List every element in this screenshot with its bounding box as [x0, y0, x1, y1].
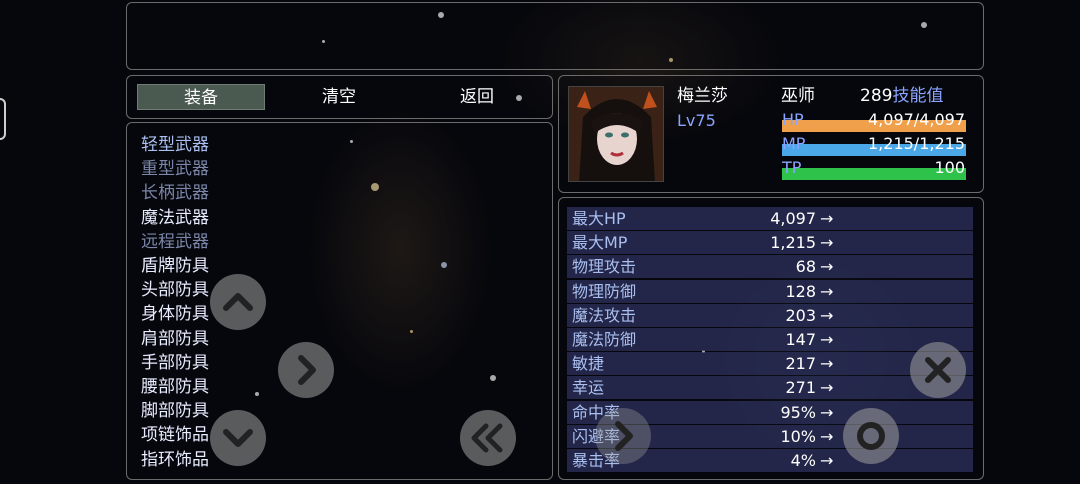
parameter-name: 魔法防御: [572, 330, 637, 349]
parameter-name: 物理防御: [572, 281, 637, 301]
parameter-value: 4,097: [770, 209, 816, 228]
mp-label: MP: [782, 134, 806, 153]
double-left-icon: [471, 423, 503, 453]
parameter-value: 147: [785, 330, 816, 349]
parameter-value: 217: [785, 354, 816, 374]
level-value: 75: [695, 111, 716, 130]
down-button[interactable]: [210, 410, 266, 466]
equip-command[interactable]: 装备: [137, 84, 265, 110]
category-item[interactable]: 肩部防具: [141, 327, 209, 351]
parameter-value: 271: [785, 378, 816, 398]
parameter-name: 最大MP: [572, 233, 628, 253]
change-arrow: →: [820, 378, 834, 398]
parameter-value: 1,215: [770, 233, 816, 253]
category-item[interactable]: 手部防具: [141, 351, 209, 375]
category-item[interactable]: 头部防具: [141, 278, 209, 302]
right-icon: [615, 421, 633, 451]
hp-value: 4,097/4,097: [868, 110, 965, 129]
character-class: 巫师: [781, 86, 815, 106]
parameter-value: 68: [795, 257, 816, 277]
confirm-button[interactable]: [843, 408, 899, 464]
level-prefix: Lv: [677, 111, 696, 130]
character-name: 梅兰莎: [677, 86, 728, 106]
help-window: [126, 2, 984, 70]
change-arrow: →: [820, 426, 834, 446]
cancel-button[interactable]: [910, 342, 966, 398]
change-arrow: →: [820, 354, 834, 374]
up-icon: [223, 293, 253, 311]
change-arrow: →: [820, 330, 834, 349]
category-item[interactable]: 项链饰品: [141, 423, 209, 447]
category-item[interactable]: 脚部防具: [141, 399, 209, 423]
category-item[interactable]: 远程武器: [141, 230, 209, 254]
level-display: Lv75: [677, 111, 716, 131]
page-back-button[interactable]: [460, 410, 516, 466]
category-item[interactable]: 魔法武器: [141, 206, 209, 230]
page-forward-button[interactable]: [595, 408, 651, 464]
category-item[interactable]: 长柄武器: [141, 181, 209, 205]
parameter-value: 4%: [790, 451, 816, 470]
category-item[interactable]: 身体防具: [141, 302, 209, 326]
up-button[interactable]: [210, 274, 266, 330]
change-arrow: →: [820, 451, 834, 470]
skill-points-value: 289: [860, 86, 893, 106]
side-handle[interactable]: [0, 98, 6, 140]
hp-label: HP: [782, 110, 804, 129]
change-arrow: →: [820, 233, 834, 253]
parameter-value: 203: [785, 305, 816, 325]
category-item[interactable]: 重型武器: [141, 157, 209, 181]
clear-command[interactable]: 清空: [275, 84, 403, 110]
character-portrait: [568, 86, 664, 182]
change-arrow: →: [820, 209, 834, 228]
down-icon: [223, 429, 253, 447]
parameter-value: 10%: [780, 426, 816, 446]
parameter-name: 幸运: [572, 378, 605, 398]
tp-value: 100: [934, 158, 965, 177]
parameter-name: 物理攻击: [572, 257, 637, 277]
close-icon: [925, 357, 951, 383]
mp-value: 1,215/1,215: [868, 134, 965, 153]
change-arrow: →: [820, 402, 834, 422]
right-button[interactable]: [278, 342, 334, 398]
change-arrow: →: [820, 281, 834, 301]
back-command[interactable]: 返回: [413, 84, 541, 110]
parameter-value: 95%: [780, 402, 816, 422]
category-item[interactable]: 腰部防具: [141, 375, 209, 399]
category-item[interactable]: 轻型武器: [141, 133, 209, 157]
skill-points-label: 技能值: [892, 86, 944, 106]
tp-label: TP: [782, 158, 802, 177]
change-arrow: →: [820, 305, 834, 325]
skill-points: 289技能值: [860, 86, 943, 106]
right-icon: [298, 355, 316, 385]
parameter-value: 128: [785, 281, 816, 301]
parameter-name: 敏捷: [572, 354, 605, 374]
category-item[interactable]: 指环饰品: [141, 448, 209, 472]
parameter-name: 最大HP: [572, 209, 626, 228]
change-arrow: →: [820, 257, 834, 277]
category-item[interactable]: 盾牌防具: [141, 254, 209, 278]
confirm-circle-icon: [857, 422, 885, 450]
parameter-name: 魔法攻击: [572, 305, 637, 325]
